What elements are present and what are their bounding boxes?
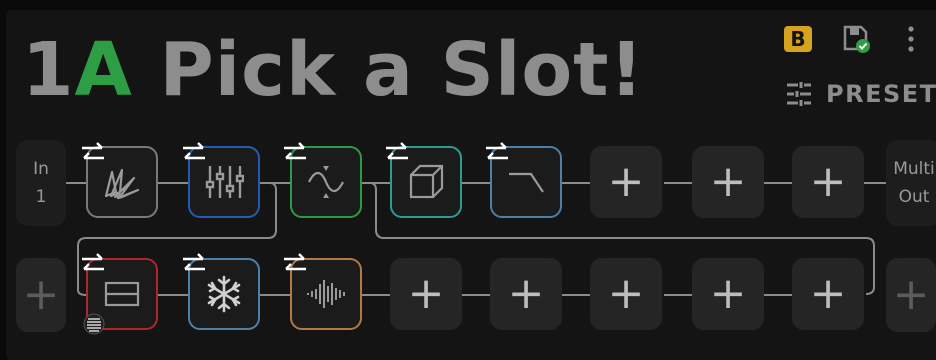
input-number: 1 (35, 187, 47, 207)
output-label-line1: Multi (893, 159, 935, 179)
controller-assign-icon[interactable] (82, 312, 106, 336)
empty-slot[interactable]: + (692, 146, 764, 218)
empty-slot[interactable]: + (590, 146, 662, 218)
row2-output-slot[interactable]: + (886, 258, 936, 332)
multi-output-block[interactable]: Multi Out (886, 140, 936, 226)
output-label-line2: Out (898, 187, 930, 207)
input-label: In (33, 159, 49, 179)
row2-input-slot[interactable]: + (16, 258, 66, 332)
swap-icon[interactable] (384, 142, 410, 164)
swap-icon[interactable] (484, 142, 510, 164)
empty-slot[interactable]: + (792, 146, 864, 218)
swap-icon[interactable] (181, 142, 207, 164)
empty-slot[interactable]: + (792, 258, 864, 330)
empty-slot[interactable]: + (692, 258, 764, 330)
filter-curve-icon (509, 172, 544, 193)
swap-icon[interactable] (282, 142, 308, 164)
swap-icon[interactable] (80, 253, 106, 275)
cab-cube-icon (409, 164, 444, 199)
modulation-wave-icon (308, 166, 344, 198)
swap-icon[interactable] (181, 253, 207, 275)
input-1-block[interactable]: In 1 (16, 140, 66, 226)
dynamics-box-icon (104, 281, 140, 307)
empty-slot[interactable]: + (590, 258, 662, 330)
freeze-snowflake-icon (207, 275, 241, 313)
eq-sliders-icon (205, 166, 244, 198)
empty-slot[interactable]: + (490, 258, 562, 330)
distortion-fan-icon (104, 168, 140, 200)
swap-icon[interactable] (80, 142, 106, 164)
reverb-waveform-icon (307, 280, 345, 308)
swap-icon[interactable] (282, 253, 308, 275)
empty-slot[interactable]: + (390, 258, 462, 330)
